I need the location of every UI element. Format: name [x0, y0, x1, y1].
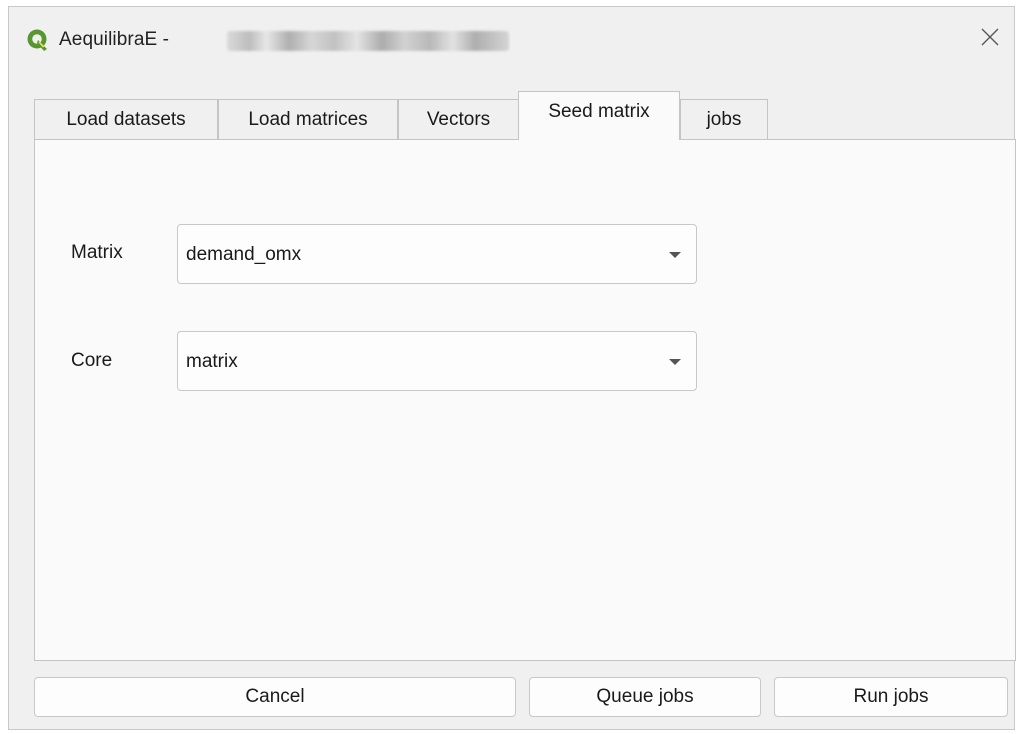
tab-seed-matrix[interactable]: Seed matrix — [518, 91, 680, 140]
tab-jobs[interactable]: jobs — [680, 99, 768, 139]
matrix-select[interactable]: demand_omx — [177, 224, 697, 284]
run-jobs-button[interactable]: Run jobs — [774, 677, 1008, 717]
cancel-button[interactable]: Cancel — [34, 677, 516, 717]
core-label: Core — [71, 350, 113, 371]
title-bar: AequilibraE - — [9, 7, 1014, 69]
core-select[interactable]: matrix — [177, 331, 697, 391]
chevron-down-icon — [669, 359, 681, 365]
tab-vectors[interactable]: Vectors — [398, 99, 519, 139]
qgis-logo-icon — [27, 29, 47, 51]
queue-jobs-button[interactable]: Queue jobs — [529, 677, 761, 717]
redacted-title-suffix — [227, 31, 509, 51]
dialog-window: AequilibraE - Load datasets Load matrice… — [8, 6, 1016, 730]
window-title: AequilibraE - — [59, 29, 170, 50]
tab-load-matrices[interactable]: Load matrices — [218, 99, 398, 139]
matrix-label: Matrix — [71, 242, 123, 263]
tab-bar: Load datasets Load matrices Vectors Seed… — [34, 91, 1014, 140]
tab-load-datasets[interactable]: Load datasets — [34, 99, 218, 139]
core-select-value: matrix — [186, 351, 238, 372]
matrix-select-value: demand_omx — [186, 244, 302, 265]
chevron-down-icon — [669, 252, 681, 258]
close-icon[interactable] — [972, 19, 1008, 55]
seed-matrix-panel: Matrix demand_omx Core matrix — [34, 139, 1016, 661]
